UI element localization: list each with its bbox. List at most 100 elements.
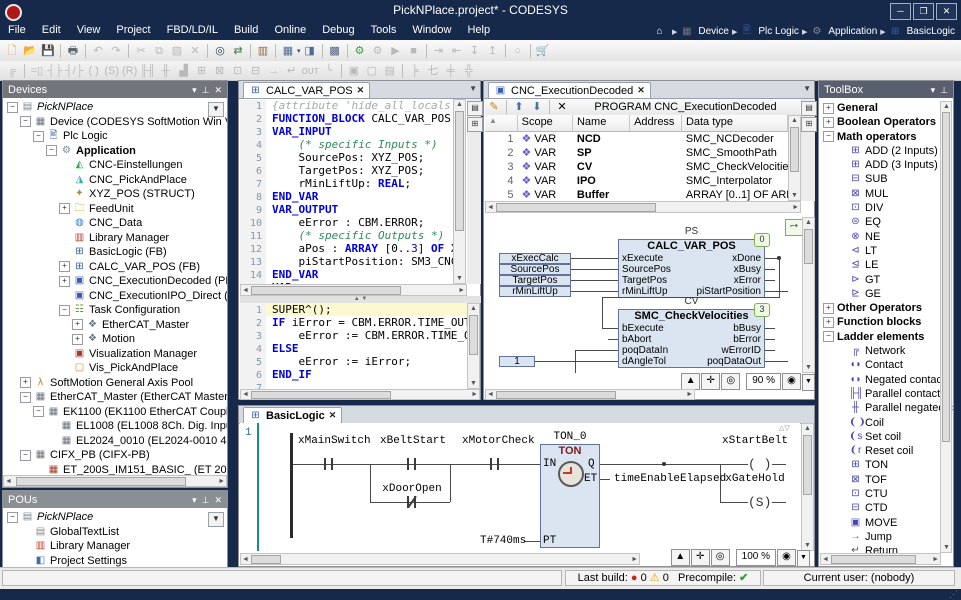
toolbox-item-div[interactable]: ⊡DIV xyxy=(819,201,953,215)
expander-icon[interactable]: + xyxy=(72,319,83,330)
tree-item-el1008-el1008-8ch-dig-input-24[interactable]: ▦EL1008 (EL1008 8Ch. Dig. Input 24 xyxy=(3,419,227,434)
toolbar-button-ladder-branch4[interactable]: ╬ xyxy=(461,63,477,79)
input-pin-targetpos[interactable]: TargetPos xyxy=(622,275,667,286)
tree-item-cnc-data[interactable]: ◍CNC_Data xyxy=(3,216,227,231)
toolbox-item-ge[interactable]: ⊵GE xyxy=(819,287,953,301)
tree-item-cnc-einstellungen[interactable]: ◭CNC-Einstellungen xyxy=(3,158,227,173)
magnifier-icon[interactable]: ◎ xyxy=(711,549,730,566)
toolbar-button-generate-code[interactable]: ▩ xyxy=(327,43,343,59)
expander-icon[interactable]: − xyxy=(823,131,834,142)
tree-item-picknplace[interactable]: −▤PickNPlace xyxy=(3,100,227,115)
breadcrumb-item-application[interactable]: ⚙Application xyxy=(810,26,877,37)
declaration-view-icon[interactable]: ▤ xyxy=(801,101,817,116)
breadcrumb-item-device[interactable]: ▦Device xyxy=(680,26,729,37)
toolbar-button-new-file[interactable]: 🗋 xyxy=(4,43,20,59)
expander-icon[interactable]: − xyxy=(46,145,57,156)
toolbox-item-jump[interactable]: →Jump xyxy=(819,530,953,544)
toolbox-item-ctu[interactable]: ⊡CTU xyxy=(819,487,953,501)
expander-icon[interactable]: + xyxy=(72,334,83,345)
menu-item-project[interactable]: Project xyxy=(108,22,158,38)
output-pin-xdone[interactable]: xDone xyxy=(732,253,761,264)
toolbar-button-ladder-branch1[interactable]: ╞ xyxy=(407,63,423,79)
toolbox-item-ne[interactable]: ⊗NE xyxy=(819,230,953,244)
tree-item-et-200s-im151-basic-et-200s-im1[interactable]: ▦ET_200S_IM151_BASIC_ (ET 200S (IM1 xyxy=(3,463,227,477)
toolbar-button-ladder-network[interactable]: ╔ xyxy=(4,63,20,79)
toolbox-item-ctd[interactable]: ⊟CTD xyxy=(819,501,953,515)
collapse-icons[interactable]: △▽ xyxy=(779,424,790,432)
expander-icon[interactable]: + xyxy=(59,276,70,287)
contact-label-xbeltstart[interactable]: xBeltStart xyxy=(380,435,444,447)
menu-item-help[interactable]: Help xyxy=(459,22,498,38)
toolbar-button-ladder-branch3[interactable]: ╪ xyxy=(443,63,459,79)
rung-number[interactable]: 1 xyxy=(245,427,252,439)
expander-icon[interactable]: + xyxy=(823,303,834,314)
tree-item-cifx-pb-cifx-pb[interactable]: −▦CIFX_PB (CIFX-PB) xyxy=(3,448,227,463)
pin-icon[interactable]: ⊥ xyxy=(940,85,948,95)
close-tab-icon[interactable]: ✕ xyxy=(329,410,337,421)
tree-item-plc-logic[interactable]: −🖹Plc Logic xyxy=(3,129,227,144)
toolbar-button-open-file[interactable]: 📂 xyxy=(22,43,38,59)
tree-item-xyz-pos-struct[interactable]: ✦XYZ_POS (STRUCT) xyxy=(3,187,227,202)
contact-xbeltstart[interactable] xyxy=(414,458,416,470)
tree-item-task-configuration[interactable]: −☷Task Configuration xyxy=(3,303,227,318)
fbd-network-editor[interactable]: PSCALC_VAR_POSxExecutexDoneSourcePosxBus… xyxy=(485,213,788,373)
menu-item-fbd-ld-il[interactable]: FBD/LD/IL xyxy=(159,22,226,38)
toolbar-button-ladder-box3[interactable]: ▤ xyxy=(382,63,398,79)
toolbar-button-step-out[interactable]: ↧ xyxy=(467,43,483,59)
tree-item-application[interactable]: −⚙Application xyxy=(3,144,227,159)
timer-et-pin[interactable]: ET xyxy=(584,473,597,485)
fbd-hscrollbar[interactable]: ◄► xyxy=(485,389,695,400)
toolbar-button-redo[interactable]: ↷ xyxy=(108,43,124,59)
tree-item-feedunit[interactable]: +🗀FeedUnit xyxy=(3,202,227,217)
toolbar-button-ladder-coil[interactable]: ( ) xyxy=(86,63,102,79)
tab-basic-logic[interactable]: ⊞ BasicLogic ✕ xyxy=(243,407,342,423)
toolbox-category-boolean-operators[interactable]: +Boolean Operators xyxy=(819,115,953,129)
delete-variable-icon[interactable]: ✕ xyxy=(554,99,570,115)
pous-combo-dropdown[interactable]: ▼ xyxy=(208,512,224,527)
toolbox-item-lt[interactable]: ⊲LT xyxy=(819,244,953,258)
magnifier-icon[interactable]: ◎ xyxy=(721,373,740,390)
toolbar-button-step-into[interactable]: ⇤ xyxy=(449,43,465,59)
close-tab-icon[interactable]: ✕ xyxy=(357,85,365,96)
expander-icon[interactable]: + xyxy=(823,317,834,328)
menu-item-file[interactable]: File xyxy=(0,22,34,38)
implementation-vscrollbar[interactable]: ▲▼ xyxy=(467,303,480,389)
toolbar-dropdown-icon[interactable]: ▾ xyxy=(297,47,301,55)
contact-xmotorcheck[interactable] xyxy=(497,458,499,470)
timer-q-pin[interactable]: Q xyxy=(588,458,595,470)
tree-item-cnc-executionipo-direct-prg[interactable]: ▣CNC_ExecutionIPO_Direct (PRG) xyxy=(3,289,227,304)
ladder-vscrollbar[interactable]: ▲▼ xyxy=(801,423,814,551)
expander-icon[interactable]: + xyxy=(823,103,834,114)
toolbox-item-tof[interactable]: ⊠TOF xyxy=(819,473,953,487)
toolbox-item-gt[interactable]: ⊳GT xyxy=(819,273,953,287)
toolbar-button-run-to-cursor[interactable]: ↥ xyxy=(485,43,501,59)
output-pin-werrorid[interactable]: wErrorID xyxy=(722,345,761,356)
tree-item-basiclogic-fb[interactable]: ⊞BasicLogic (FB) xyxy=(3,245,227,260)
pan-icon[interactable]: ✛ xyxy=(701,373,720,390)
toolbox-category-function-blocks[interactable]: +Function blocks xyxy=(819,315,953,329)
maximize-button[interactable]: ❐ xyxy=(913,3,934,20)
expander-icon[interactable]: − xyxy=(7,512,18,523)
table-view-icon[interactable]: ⊞ xyxy=(801,117,817,132)
tab-calc-var-pos[interactable]: ⊞ CALC_VAR_POS ✕ xyxy=(243,82,370,98)
toolbar-button-ladder-box2[interactable]: ▢ xyxy=(364,63,380,79)
tree-item-project-settings[interactable]: ◧Project Settings xyxy=(3,554,227,569)
fbd-operand-rminliftup[interactable]: rMinLiftUp xyxy=(499,286,571,297)
tree-item-ek1100-ek1100-ethercat-coupler-0-5[interactable]: −▦EK1100 (EK1100 EtherCAT Coupler (0.5 xyxy=(3,405,227,420)
expander-icon[interactable]: − xyxy=(20,450,31,461)
contact-xmainswitch[interactable] xyxy=(331,458,333,470)
toolbar-button-ladder-set-coil[interactable]: (S) xyxy=(104,63,120,79)
toolbar-button-ladder-reset-coil[interactable]: (R) xyxy=(122,63,138,79)
output-pin-poqdataout[interactable]: poqDataOut xyxy=(707,356,761,367)
tree-item-calc-var-pos-fb[interactable]: +⊞CALC_VAR_POS (FB) xyxy=(3,260,227,275)
tree-item-cnc-pickandplace[interactable]: ◮CNC_PickAndPlace xyxy=(3,173,227,188)
tab-cnc-execution-decoded[interactable]: ▣ CNC_ExecutionDecoded ✕ xyxy=(488,82,651,98)
tree-item-cnc-executiondecoded-prg[interactable]: +▣CNC_ExecutionDecoded (PRG) xyxy=(3,274,227,289)
table-vscrollbar[interactable]: ▲▼ xyxy=(788,115,801,201)
contact-label-xmainswitch[interactable]: xMainSwitch xyxy=(298,435,362,447)
zoom-dropdown-icon[interactable]: ▼ xyxy=(797,550,810,567)
input-pin-dangletol[interactable]: dAngleTol xyxy=(622,356,666,367)
toolbox-item-contact[interactable]: ◖◗Contact xyxy=(819,358,953,372)
toolbar-button-ladder-ctu[interactable]: ⊡ xyxy=(230,63,246,79)
coil-label-xstartbelt[interactable]: xStartBelt xyxy=(718,435,792,447)
